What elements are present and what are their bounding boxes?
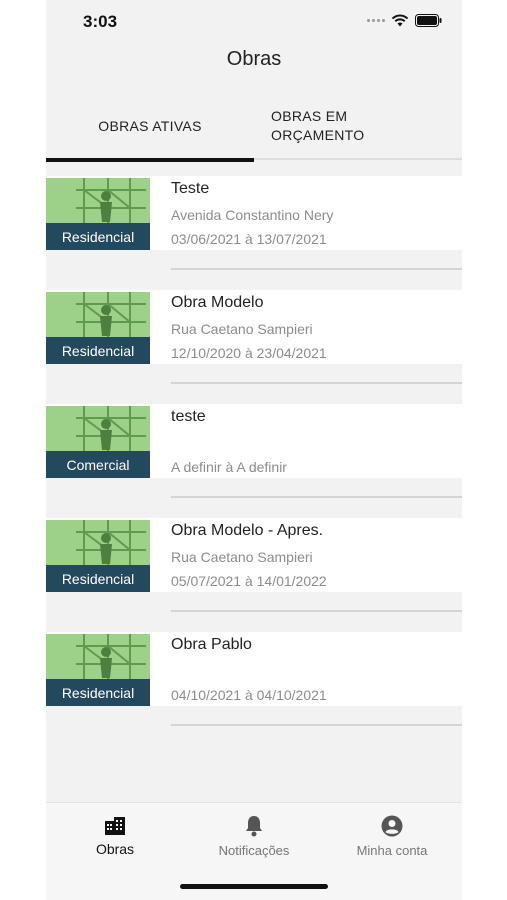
tab-obras-em-orcamento[interactable]: OBRAS EM ORÇAMENTO <box>254 92 462 160</box>
battery-icon <box>415 14 442 27</box>
category-badge: Residencial <box>46 679 150 706</box>
obra-dates: A definir à A definir <box>171 459 287 475</box>
signal-dots-icon <box>367 19 385 22</box>
home-indicator[interactable] <box>180 884 328 889</box>
obra-title: Obra Pablo <box>171 636 252 653</box>
list-item[interactable]: Residencial Obra Pablo 04/10/2021 à 04/1… <box>46 632 462 726</box>
status-bar: 3:03 <box>46 0 462 44</box>
category-badge: Residencial <box>46 223 150 250</box>
obra-thumbnail: Comercial <box>46 406 150 478</box>
obra-title: Obra Modelo <box>171 294 264 311</box>
obra-dates: 04/10/2021 à 04/10/2021 <box>171 687 327 703</box>
account-circle-icon <box>381 815 403 837</box>
category-badge: Residencial <box>46 337 150 364</box>
nav-label: Notificações <box>218 843 290 858</box>
list-item[interactable]: Residencial Obra Modelo - Apres. Rua Cae… <box>46 518 462 612</box>
nav-item-obras[interactable]: Obras <box>46 815 184 857</box>
tab-obras-ativas[interactable]: OBRAS ATIVAS <box>46 92 254 162</box>
nav-label: Minha conta <box>356 843 428 858</box>
obra-title: teste <box>171 408 206 425</box>
app-screen: 3:03 Obras OBRAS ATIVAS OBRAS EM ORÇAMEN… <box>46 0 462 900</box>
tab-bar: OBRAS ATIVAS OBRAS EM ORÇAMENTO <box>46 92 462 162</box>
list-item[interactable]: Comercial teste A definir à A definir <box>46 404 462 498</box>
nav-item-minha-conta[interactable]: Minha conta <box>323 815 461 858</box>
wifi-icon <box>391 14 409 27</box>
obra-address: Avenida Constantino Nery <box>171 207 334 223</box>
list-item[interactable]: Residencial Teste Avenida Constantino Ne… <box>46 176 462 270</box>
obra-thumbnail: Residencial <box>46 178 150 250</box>
buildings-icon <box>105 817 125 835</box>
obra-title: Teste <box>171 180 210 197</box>
obra-dates: 12/10/2020 à 23/04/2021 <box>171 345 327 361</box>
obra-title: Obra Modelo - Apres. <box>171 522 324 539</box>
obra-thumbnail: Residencial <box>46 292 150 364</box>
tab-label: OBRAS EM ORÇAMENTO <box>271 108 365 143</box>
obra-address: Rua Caetano Sampieri <box>171 321 313 337</box>
status-time: 3:03 <box>83 12 118 31</box>
obras-list: Residencial Teste Avenida Constantino Ne… <box>46 176 462 746</box>
bell-icon <box>246 816 262 837</box>
tab-label: OBRAS ATIVAS <box>98 118 202 134</box>
list-item[interactable]: Residencial Obra Modelo Rua Caetano Samp… <box>46 290 462 384</box>
page-title: Obras <box>226 48 282 70</box>
nav-label: Obras <box>95 841 135 857</box>
category-badge: Comercial <box>46 451 150 478</box>
obra-address: Rua Caetano Sampieri <box>171 549 313 565</box>
status-icons <box>367 14 442 27</box>
obra-thumbnail: Residencial <box>46 634 150 706</box>
category-badge: Residencial <box>46 565 150 592</box>
obra-thumbnail: Residencial <box>46 520 150 592</box>
obra-dates: 03/06/2021 à 13/07/2021 <box>171 231 327 247</box>
nav-item-notificacoes[interactable]: Notificações <box>185 815 323 858</box>
obra-dates: 05/07/2021 à 14/01/2022 <box>171 573 327 589</box>
